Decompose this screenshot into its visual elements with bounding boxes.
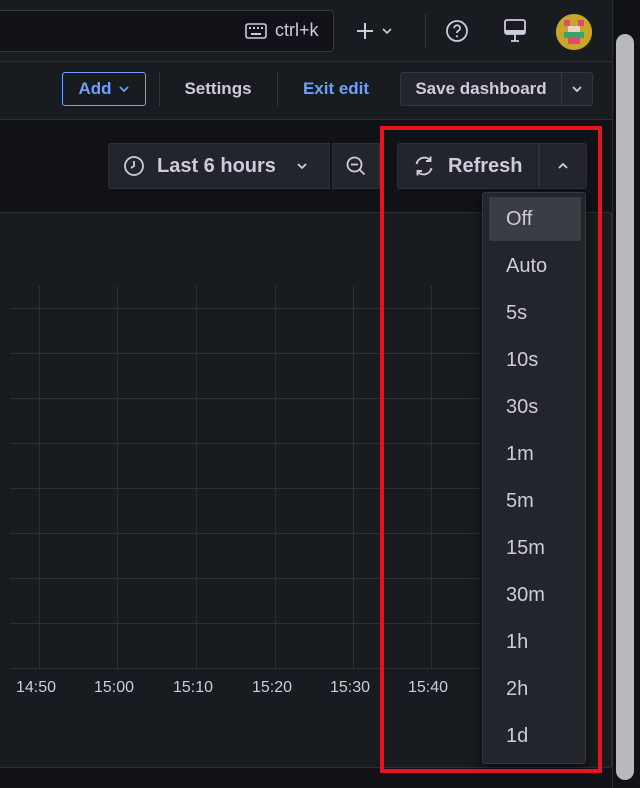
chevron-down-icon [118, 86, 129, 93]
gridline [39, 286, 40, 670]
chevron-down-icon [382, 28, 392, 35]
refresh-interval-toggle[interactable] [539, 143, 587, 189]
refresh-option-5m[interactable]: 5m [489, 479, 581, 523]
refresh-option-15m[interactable]: 15m [489, 526, 581, 570]
gridline [10, 623, 480, 624]
refresh-label: Refresh [448, 154, 523, 177]
refresh-option-1m[interactable]: 1m [489, 432, 581, 476]
divider [425, 14, 426, 48]
refresh-option-1d[interactable]: 1d [489, 714, 581, 758]
save-options-button[interactable] [561, 72, 593, 106]
x-axis-tick: 15:10 [173, 679, 214, 696]
exit-edit-button[interactable]: Exit edit [290, 72, 382, 106]
gridline [431, 286, 432, 670]
avatar[interactable] [556, 14, 592, 50]
divider [277, 72, 278, 106]
help-icon[interactable] [445, 19, 469, 43]
save-dashboard-button[interactable]: Save dashboard [400, 72, 562, 106]
add-button-label: Add [78, 79, 112, 98]
settings-button[interactable]: Settings [170, 72, 266, 106]
dashboard-toolbar: Add Settings Exit edit Save dashboard [0, 62, 612, 120]
gridline [10, 308, 480, 309]
gridline [10, 668, 480, 669]
clock-icon [124, 156, 144, 176]
gridline [10, 398, 480, 399]
chevron-up-icon [558, 162, 568, 169]
refresh-option-off[interactable]: Off [489, 197, 581, 241]
time-range-picker[interactable]: Last 6 hours [108, 143, 330, 189]
time-range-label: Last 6 hours [157, 154, 276, 177]
chevron-down-icon [572, 86, 582, 93]
gridline [353, 286, 354, 670]
scrollbar-thumb[interactable] [616, 34, 634, 780]
x-axis-tick: 14:50 [16, 679, 57, 696]
gridline [10, 353, 480, 354]
gridline [275, 286, 276, 670]
gridline [10, 443, 480, 444]
keyboard-icon [245, 23, 267, 39]
monitor-icon[interactable] [503, 18, 527, 44]
plus-icon [357, 23, 373, 39]
chevron-down-icon [297, 163, 307, 170]
x-axis-tick: 15:20 [252, 679, 293, 696]
refresh-button[interactable]: Refresh [397, 143, 539, 189]
refresh-option-10s[interactable]: 10s [489, 338, 581, 382]
refresh-option-1h[interactable]: 1h [489, 620, 581, 664]
x-axis-tick: 15:00 [94, 679, 135, 696]
gridline [196, 286, 197, 670]
gridline [10, 488, 480, 489]
divider [159, 72, 160, 106]
x-axis-tick: 15:40 [408, 679, 449, 696]
add-button[interactable]: Add [62, 72, 146, 106]
refresh-option-30s[interactable]: 30s [489, 385, 581, 429]
gridline [117, 286, 118, 670]
zoom-out-button[interactable] [332, 143, 380, 189]
new-button[interactable] [355, 14, 405, 48]
zoom-out-icon [346, 156, 366, 176]
x-axis-tick: 15:30 [330, 679, 371, 696]
search-shortcut-label: ctrl+k [275, 20, 319, 40]
refresh-icon [415, 156, 433, 176]
refresh-option-2h[interactable]: 2h [489, 667, 581, 711]
page-bottom [0, 768, 612, 788]
user-avatar-icon [556, 14, 592, 50]
refresh-option-30m[interactable]: 30m [489, 573, 581, 617]
top-bar: ctrl+k [0, 0, 612, 62]
refresh-interval-menu: Off Auto 5s 10s 30s 1m 5m 15m 30m 1h 2h … [482, 192, 586, 764]
gridline [10, 578, 480, 579]
gridline [10, 533, 480, 534]
refresh-option-5s[interactable]: 5s [489, 291, 581, 335]
refresh-option-auto[interactable]: Auto [489, 244, 581, 288]
